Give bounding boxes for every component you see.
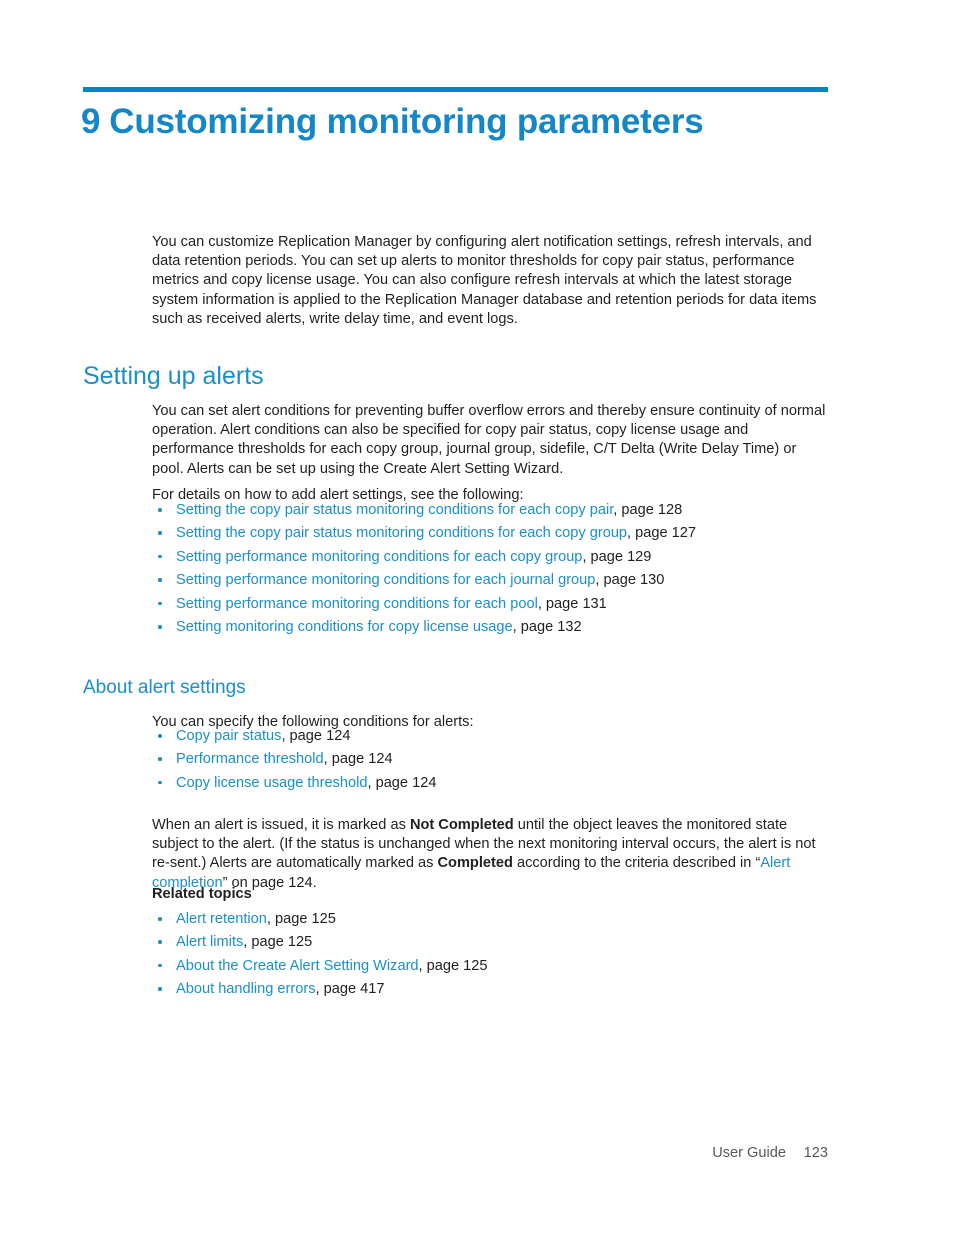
bullet-icon <box>158 780 162 785</box>
xref-page: , page 132 <box>512 619 582 636</box>
list-item: Performance threshold, page 124 <box>152 748 831 771</box>
list-item: Alert retention, page 125 <box>152 908 831 931</box>
list-item: Setting the copy pair status monitoring … <box>152 522 831 545</box>
list-item: About the Create Alert Setting Wizard, p… <box>152 955 831 978</box>
xref-link[interactable]: Copy pair status <box>176 728 281 744</box>
bullet-icon <box>158 734 162 738</box>
list-item: Copy license usage threshold, page 124 <box>152 772 831 795</box>
bullet-icon <box>158 757 162 761</box>
bullet-icon <box>158 987 162 991</box>
xref-link[interactable]: Setting performance monitoring condition… <box>176 549 582 565</box>
bullet-icon <box>158 508 162 512</box>
related-topics-list: Alert retention, page 125 Alert limits, … <box>152 908 831 1002</box>
page-footer: User Guide 123 <box>0 1145 954 1165</box>
footer-label: User Guide <box>712 1145 786 1161</box>
heading-setting-up-alerts: Setting up alerts <box>83 361 264 390</box>
xref-link[interactable]: Setting the copy pair status monitoring … <box>176 502 613 518</box>
xref-page: , page 125 <box>266 911 336 927</box>
chapter-title: 9 Customizing monitoring parameters <box>81 100 841 144</box>
document-page: 9 Customizing monitoring parameters You c… <box>0 0 954 1235</box>
setting-up-alerts-paragraph-1: You can set alert conditions for prevent… <box>152 402 826 477</box>
status-not-completed: Not Completed <box>409 816 514 833</box>
bullet-icon <box>158 601 162 606</box>
list-item: Setting monitoring conditions for copy l… <box>152 616 831 639</box>
bullet-icon <box>158 578 162 582</box>
completion-text-part-1: When an alert is issued, it is marked as <box>152 816 410 833</box>
intro-paragraph: You can customize Replication Manager by… <box>152 233 817 328</box>
status-completed: Completed <box>437 855 513 872</box>
xref-link[interactable]: About handling errors <box>176 981 316 997</box>
bullet-icon <box>158 963 162 968</box>
chapter-title-text: Customizing monitoring parameters <box>109 102 704 141</box>
chapter-number: 9 <box>81 102 101 141</box>
list-item: About handling errors, page 417 <box>152 978 831 1001</box>
xref-link[interactable]: Setting monitoring conditions for copy l… <box>176 619 513 635</box>
list-item: Setting performance monitoring condition… <box>152 593 831 616</box>
related-topics-heading: Related topics <box>152 886 252 902</box>
bullet-icon <box>158 917 162 921</box>
xref-link[interactable]: Setting performance monitoring condition… <box>176 596 538 612</box>
about-alert-settings-link-list: Copy pair status, page 124 Performance t… <box>152 725 831 795</box>
xref-link[interactable]: Alert limits <box>176 934 243 950</box>
bullet-icon <box>158 554 162 559</box>
xref-page: , page 125 <box>418 957 488 974</box>
xref-page: , page 131 <box>537 595 607 612</box>
xref-page: , page 417 <box>315 981 385 998</box>
xref-link[interactable]: Performance threshold <box>176 751 324 767</box>
xref-link[interactable]: Setting the copy pair status monitoring … <box>176 525 627 541</box>
xref-page: , page 128 <box>613 502 683 518</box>
completion-text-part-3: according to the criteria described in “ <box>512 855 761 872</box>
list-item: Setting performance monitoring condition… <box>152 569 831 592</box>
list-item: Alert limits, page 125 <box>152 931 831 954</box>
xref-link[interactable]: Alert retention <box>176 911 267 927</box>
xref-page: , page 124 <box>281 728 351 744</box>
xref-link[interactable]: Copy license usage threshold <box>176 775 367 791</box>
xref-link[interactable]: About the Create Alert Setting Wizard <box>176 958 419 974</box>
setting-up-alerts-link-list: Setting the copy pair status monitoring … <box>152 499 831 639</box>
xref-link[interactable]: Setting performance monitoring condition… <box>176 572 595 588</box>
xref-page: , page 127 <box>627 525 697 542</box>
xref-page: , page 124 <box>323 751 393 768</box>
bullet-icon <box>158 625 162 629</box>
xref-page: , page 130 <box>595 572 665 589</box>
list-item: Copy pair status, page 124 <box>152 725 831 748</box>
xref-page: , page 129 <box>582 548 652 565</box>
footer-page-number: 123 <box>803 1145 828 1161</box>
chapter-rule <box>83 87 828 92</box>
bullet-icon <box>158 531 162 535</box>
heading-about-alert-settings: About alert settings <box>83 676 246 698</box>
list-item: Setting performance monitoring condition… <box>152 546 831 569</box>
list-item: Setting the copy pair status monitoring … <box>152 499 831 522</box>
xref-page: , page 125 <box>243 934 313 951</box>
alert-completion-paragraph: When an alert is issued, it is marked as… <box>152 816 831 894</box>
bullet-icon <box>158 940 162 944</box>
xref-page: , page 124 <box>367 774 437 791</box>
